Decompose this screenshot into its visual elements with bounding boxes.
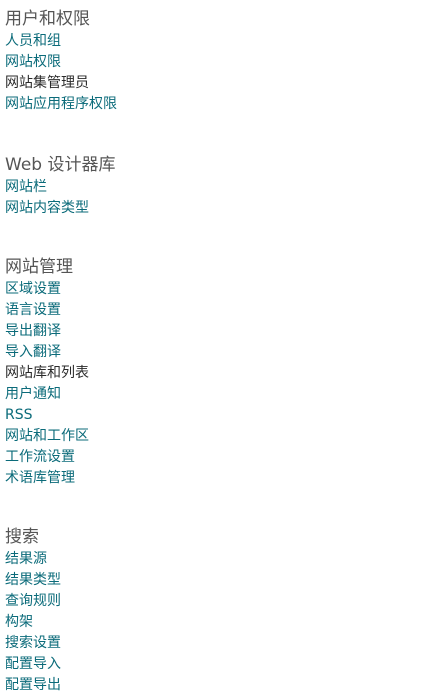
link-rss[interactable]: RSS: [5, 405, 89, 426]
link-site-libraries-and-lists[interactable]: 网站库和列表: [5, 363, 89, 384]
link-configuration-import[interactable]: 配置导入: [5, 654, 61, 675]
section-title: 网站管理: [5, 257, 73, 277]
link-site-content-types[interactable]: 网站内容类型: [5, 198, 115, 219]
link-configuration-export[interactable]: 配置导出: [5, 675, 61, 696]
link-import-translations[interactable]: 导入翻译: [5, 342, 89, 363]
section-users-and-permissions: 用户和权限 人员和组 网站权限 网站集管理员 网站应用程序权限: [5, 7, 117, 115]
link-site-permissions[interactable]: 网站权限: [5, 52, 117, 73]
link-site-collection-administrators[interactable]: 网站集管理员: [5, 73, 117, 94]
link-result-sources[interactable]: 结果源: [5, 549, 61, 570]
site-settings-page: 用户和权限 人员和组 网站权限 网站集管理员 网站应用程序权限 Web 设计器库…: [0, 0, 421, 699]
link-schema[interactable]: 构架: [5, 612, 61, 633]
link-list: 区域设置 语言设置 导出翻译 导入翻译 网站库和列表 用户通知 RSS 网站和工…: [5, 279, 89, 489]
link-list: 结果源 结果类型 查询规则 构架 搜索设置 配置导入 配置导出: [5, 549, 61, 696]
section-site-administration: 网站管理 区域设置 语言设置 导出翻译 导入翻译 网站库和列表 用户通知 RSS…: [5, 255, 89, 489]
section-search: 搜索 结果源 结果类型 查询规则 构架 搜索设置 配置导入 配置导出: [5, 525, 61, 696]
link-user-alerts[interactable]: 用户通知: [5, 384, 89, 405]
link-site-columns[interactable]: 网站栏: [5, 177, 115, 198]
link-site-app-permissions[interactable]: 网站应用程序权限: [5, 94, 117, 115]
link-list: 人员和组 网站权限 网站集管理员 网站应用程序权限: [5, 31, 117, 115]
section-title: Web 设计器库: [5, 155, 116, 175]
section-title: 搜索: [5, 527, 39, 547]
link-language-settings[interactable]: 语言设置: [5, 300, 89, 321]
link-query-rules[interactable]: 查询规则: [5, 591, 61, 612]
link-regional-settings[interactable]: 区域设置: [5, 279, 89, 300]
section-web-designer-galleries: Web 设计器库 网站栏 网站内容类型: [5, 153, 115, 219]
link-list: 网站栏 网站内容类型: [5, 177, 115, 219]
link-export-translations[interactable]: 导出翻译: [5, 321, 89, 342]
link-term-store-management[interactable]: 术语库管理: [5, 468, 89, 489]
link-people-and-groups[interactable]: 人员和组: [5, 31, 117, 52]
link-search-settings[interactable]: 搜索设置: [5, 633, 61, 654]
link-result-types[interactable]: 结果类型: [5, 570, 61, 591]
section-title: 用户和权限: [5, 9, 90, 29]
link-workflow-settings[interactable]: 工作流设置: [5, 447, 89, 468]
link-sites-and-workspaces[interactable]: 网站和工作区: [5, 426, 89, 447]
